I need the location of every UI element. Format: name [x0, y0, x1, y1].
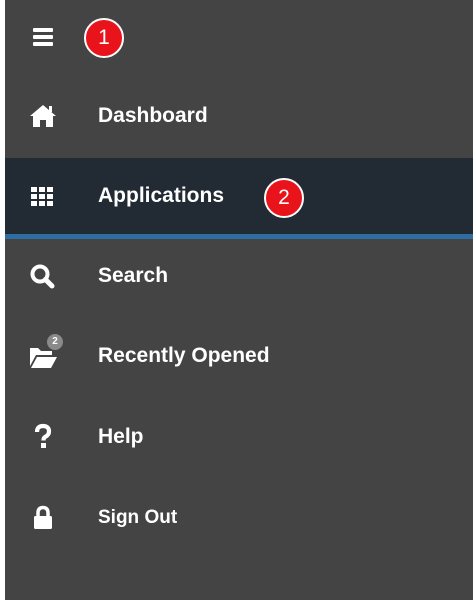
menu-item-label: Sign Out — [98, 507, 178, 528]
question-icon — [28, 423, 58, 451]
grid-icon — [28, 182, 58, 210]
menu-item-recently-opened[interactable]: 2 Recently Opened — [5, 318, 473, 394]
hamburger-menu-icon[interactable] — [31, 26, 61, 50]
menu-item-dashboard[interactable]: Dashboard — [5, 78, 473, 154]
hamburger-line — [33, 35, 53, 39]
menu-item-applications[interactable]: Applications — [5, 158, 473, 239]
lock-icon — [28, 504, 58, 532]
menu-item-label: Search — [98, 264, 169, 287]
callout-marker-1: 1 — [84, 18, 124, 58]
menu-item-label: Help — [98, 425, 144, 448]
folder-open-icon: 2 — [28, 334, 63, 370]
menu-header — [5, 0, 473, 78]
callout-marker-2: 2 — [264, 178, 304, 218]
hamburger-line — [33, 28, 53, 32]
hamburger-line — [33, 42, 53, 46]
recent-count-badge: 2 — [47, 334, 63, 350]
menu-item-label: Dashboard — [98, 104, 208, 127]
search-icon — [28, 262, 58, 290]
menu-item-label: Recently Opened — [98, 344, 270, 367]
navigation-menu: 1 Dashboard Applications 2 Search 2 Rece… — [5, 0, 473, 600]
menu-item-label: Applications — [98, 184, 225, 207]
home-icon — [28, 102, 58, 130]
menu-item-search[interactable]: Search — [5, 238, 473, 314]
menu-item-help[interactable]: Help — [5, 399, 473, 475]
menu-item-sign-out[interactable]: Sign Out — [5, 480, 473, 556]
